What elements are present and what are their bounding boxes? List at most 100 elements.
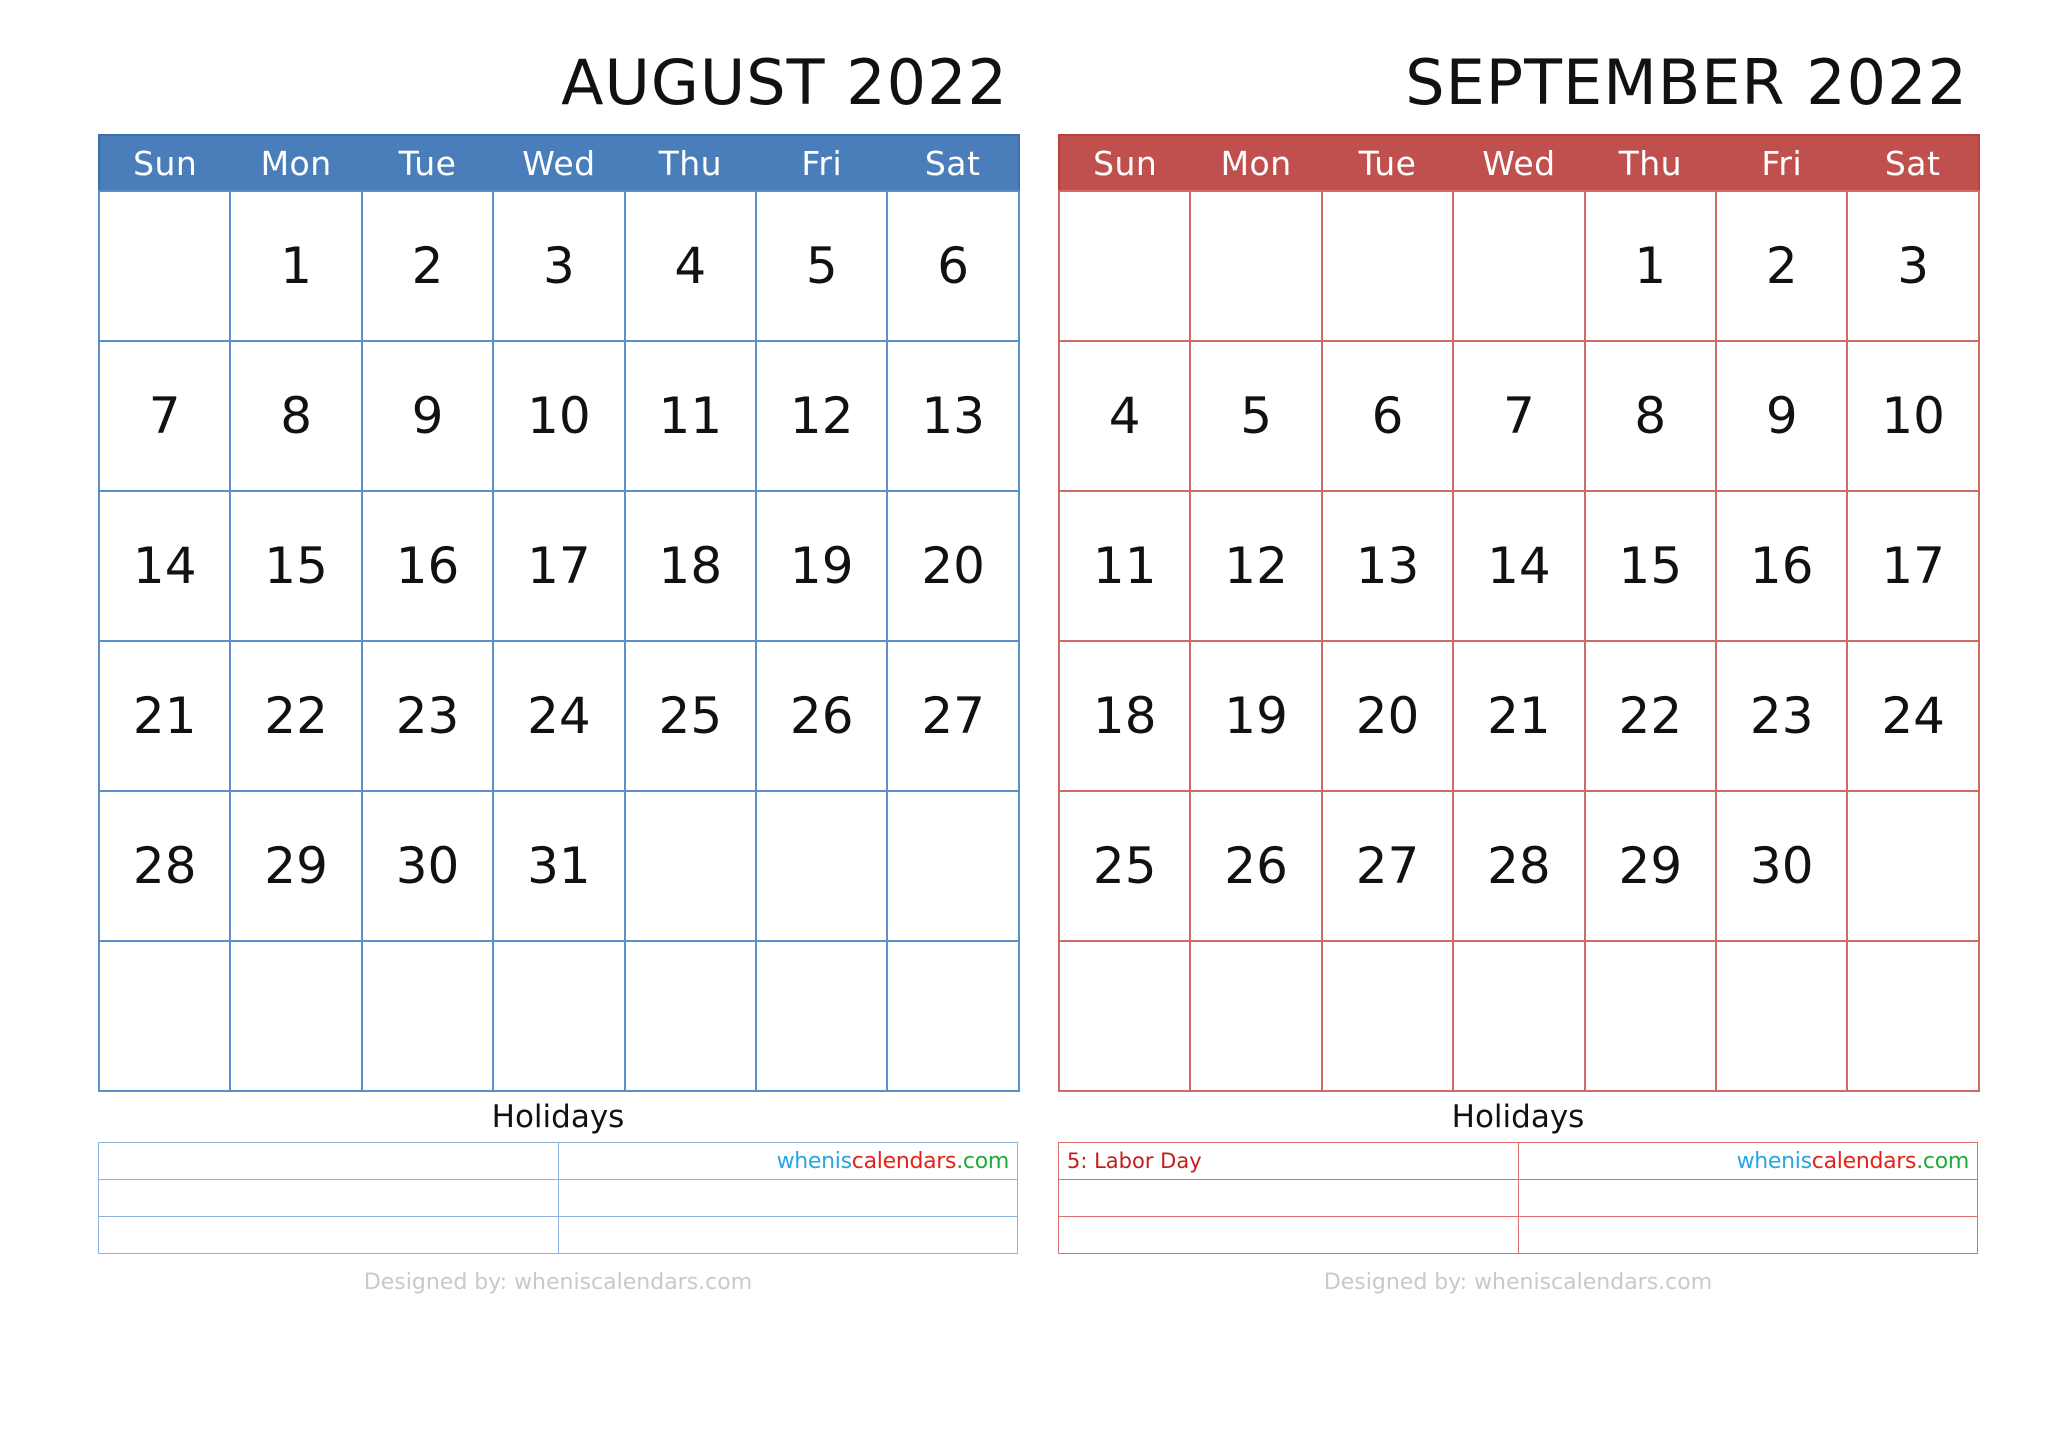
calendar-day-31[interactable]: 31	[492, 790, 626, 942]
calendar-day-23[interactable]: 23	[1715, 640, 1849, 792]
weekday-fri: Fri	[756, 135, 888, 191]
calendar-day-23[interactable]: 23	[360, 640, 495, 792]
calendar-day-19[interactable]: 19	[755, 490, 889, 642]
calendar-week-row	[1057, 940, 1980, 1092]
calendar-day-4[interactable]: 4	[1057, 340, 1192, 492]
calendar-day-6[interactable]: 6	[886, 190, 1020, 342]
calendar-day-17[interactable]: 17	[1846, 490, 1980, 642]
holiday-cell[interactable]	[98, 1216, 559, 1254]
holiday-row	[98, 1179, 1018, 1217]
calendar-page: AUGUST 2022 Sun Mon Tue Wed Thu Fri Sat …	[0, 0, 2048, 1448]
calendar-day-7[interactable]: 7	[1452, 340, 1586, 492]
holiday-row	[1058, 1216, 1978, 1254]
logo-part-com: .com	[956, 1148, 1009, 1174]
calendar-day-24[interactable]: 24	[492, 640, 626, 792]
calendar-day-18[interactable]: 18	[1057, 640, 1192, 792]
calendar-day-7[interactable]: 7	[97, 340, 232, 492]
calendar-day-30[interactable]: 30	[1715, 790, 1849, 942]
holiday-cell[interactable]: wheniscalendars.com	[557, 1142, 1018, 1180]
calendar-day-1[interactable]: 1	[1583, 190, 1718, 342]
calendar-day-empty	[623, 940, 758, 1092]
calendar-day-16[interactable]: 16	[360, 490, 495, 642]
calendar-day-13[interactable]: 13	[886, 340, 1020, 492]
calendar-day-26[interactable]: 26	[1189, 790, 1323, 942]
holiday-cell[interactable]	[1058, 1179, 1519, 1217]
calendar-day-8[interactable]: 8	[1583, 340, 1718, 492]
calendar-day-15[interactable]: 15	[229, 490, 363, 642]
calendar-day-empty	[1846, 790, 1980, 942]
calendar-day-14[interactable]: 14	[1452, 490, 1586, 642]
holidays-body-august: wheniscalendars.com	[98, 1142, 1018, 1254]
calendar-day-30[interactable]: 30	[360, 790, 495, 942]
calendar-week-row: 11 12 13 14 15 16 17	[1057, 490, 1980, 642]
calendar-day-empty	[1189, 940, 1323, 1092]
calendar-day-29[interactable]: 29	[1583, 790, 1718, 942]
calendar-day-empty	[97, 940, 232, 1092]
calendar-day-27[interactable]: 27	[886, 640, 1020, 792]
calendar-day-12[interactable]: 12	[1189, 490, 1323, 642]
calendar-day-16[interactable]: 16	[1715, 490, 1849, 642]
logo-part-calendars: calendars	[851, 1148, 957, 1174]
calendar-day-13[interactable]: 13	[1320, 490, 1455, 642]
calendar-day-17[interactable]: 17	[492, 490, 626, 642]
calendar-day-28[interactable]: 28	[97, 790, 232, 942]
weekday-wed: Wed	[1453, 135, 1585, 191]
holiday-cell[interactable]	[557, 1179, 1018, 1217]
calendar-day-9[interactable]: 9	[1715, 340, 1849, 492]
logo-part-whenis: whenis	[776, 1148, 853, 1174]
holiday-cell[interactable]	[98, 1142, 559, 1180]
calendar-day-18[interactable]: 18	[623, 490, 758, 642]
holiday-cell[interactable]	[557, 1216, 1018, 1254]
holiday-cell[interactable]	[1517, 1179, 1978, 1217]
calendar-day-12[interactable]: 12	[755, 340, 889, 492]
calendar-day-10[interactable]: 10	[1846, 340, 1980, 492]
calendar-day-10[interactable]: 10	[492, 340, 626, 492]
calendar-day-20[interactable]: 20	[1320, 640, 1455, 792]
calendar-day-3[interactable]: 3	[1846, 190, 1980, 342]
calendar-day-20[interactable]: 20	[886, 490, 1020, 642]
calendar-day-24[interactable]: 24	[1846, 640, 1980, 792]
calendar-day-26[interactable]: 26	[755, 640, 889, 792]
calendar-day-15[interactable]: 15	[1583, 490, 1718, 642]
calendar-day-11[interactable]: 11	[623, 340, 758, 492]
calendar-week-row: 18 19 20 21 22 23 24	[1057, 640, 1980, 792]
calendar-week-row: 4 5 6 7 8 9 10	[1057, 340, 1980, 492]
calendar-day-28[interactable]: 28	[1452, 790, 1586, 942]
designed-by-september: Designed by: wheniscalendars.com	[1323, 1270, 1713, 1295]
calendar-day-8[interactable]: 8	[229, 340, 363, 492]
calendar-day-6[interactable]: 6	[1320, 340, 1455, 492]
calendar-day-5[interactable]: 5	[755, 190, 889, 342]
calendar-day-empty	[886, 790, 1020, 942]
calendar-day-9[interactable]: 9	[360, 340, 495, 492]
calendar-day-4[interactable]: 4	[623, 190, 758, 342]
calendar-day-22[interactable]: 22	[1583, 640, 1718, 792]
holidays-table-august: wheniscalendars.com	[98, 1142, 1018, 1254]
month-block-august: AUGUST 2022 Sun Mon Tue Wed Thu Fri Sat …	[97, 52, 1020, 1448]
holiday-cell[interactable]	[98, 1179, 559, 1217]
calendar-day-22[interactable]: 22	[229, 640, 363, 792]
calendar-week-row: 14 15 16 17 18 19 20	[97, 490, 1020, 642]
calendar-day-19[interactable]: 19	[1189, 640, 1323, 792]
holiday-cell[interactable]	[1058, 1216, 1519, 1254]
calendar-day-2[interactable]: 2	[360, 190, 495, 342]
calendar-day-2[interactable]: 2	[1715, 190, 1849, 342]
holiday-cell[interactable]: 5: Labor Day	[1058, 1142, 1519, 1180]
calendar-week-row	[97, 940, 1020, 1092]
calendar-day-1[interactable]: 1	[229, 190, 363, 342]
holiday-row	[98, 1216, 1018, 1254]
calendar-day-3[interactable]: 3	[492, 190, 626, 342]
calendar-day-empty	[1452, 940, 1586, 1092]
calendar-day-25[interactable]: 25	[1057, 790, 1192, 942]
calendar-day-5[interactable]: 5	[1189, 340, 1323, 492]
calendar-day-21[interactable]: 21	[1452, 640, 1586, 792]
calendar-day-21[interactable]: 21	[97, 640, 232, 792]
calendar-day-27[interactable]: 27	[1320, 790, 1455, 942]
calendar-day-11[interactable]: 11	[1057, 490, 1192, 642]
holiday-row: wheniscalendars.com	[98, 1142, 1018, 1180]
weekday-sun: Sun	[99, 135, 231, 191]
calendar-day-25[interactable]: 25	[623, 640, 758, 792]
holiday-cell[interactable]: wheniscalendars.com	[1517, 1142, 1978, 1180]
holiday-cell[interactable]	[1517, 1216, 1978, 1254]
calendar-day-14[interactable]: 14	[97, 490, 232, 642]
calendar-day-29[interactable]: 29	[229, 790, 363, 942]
